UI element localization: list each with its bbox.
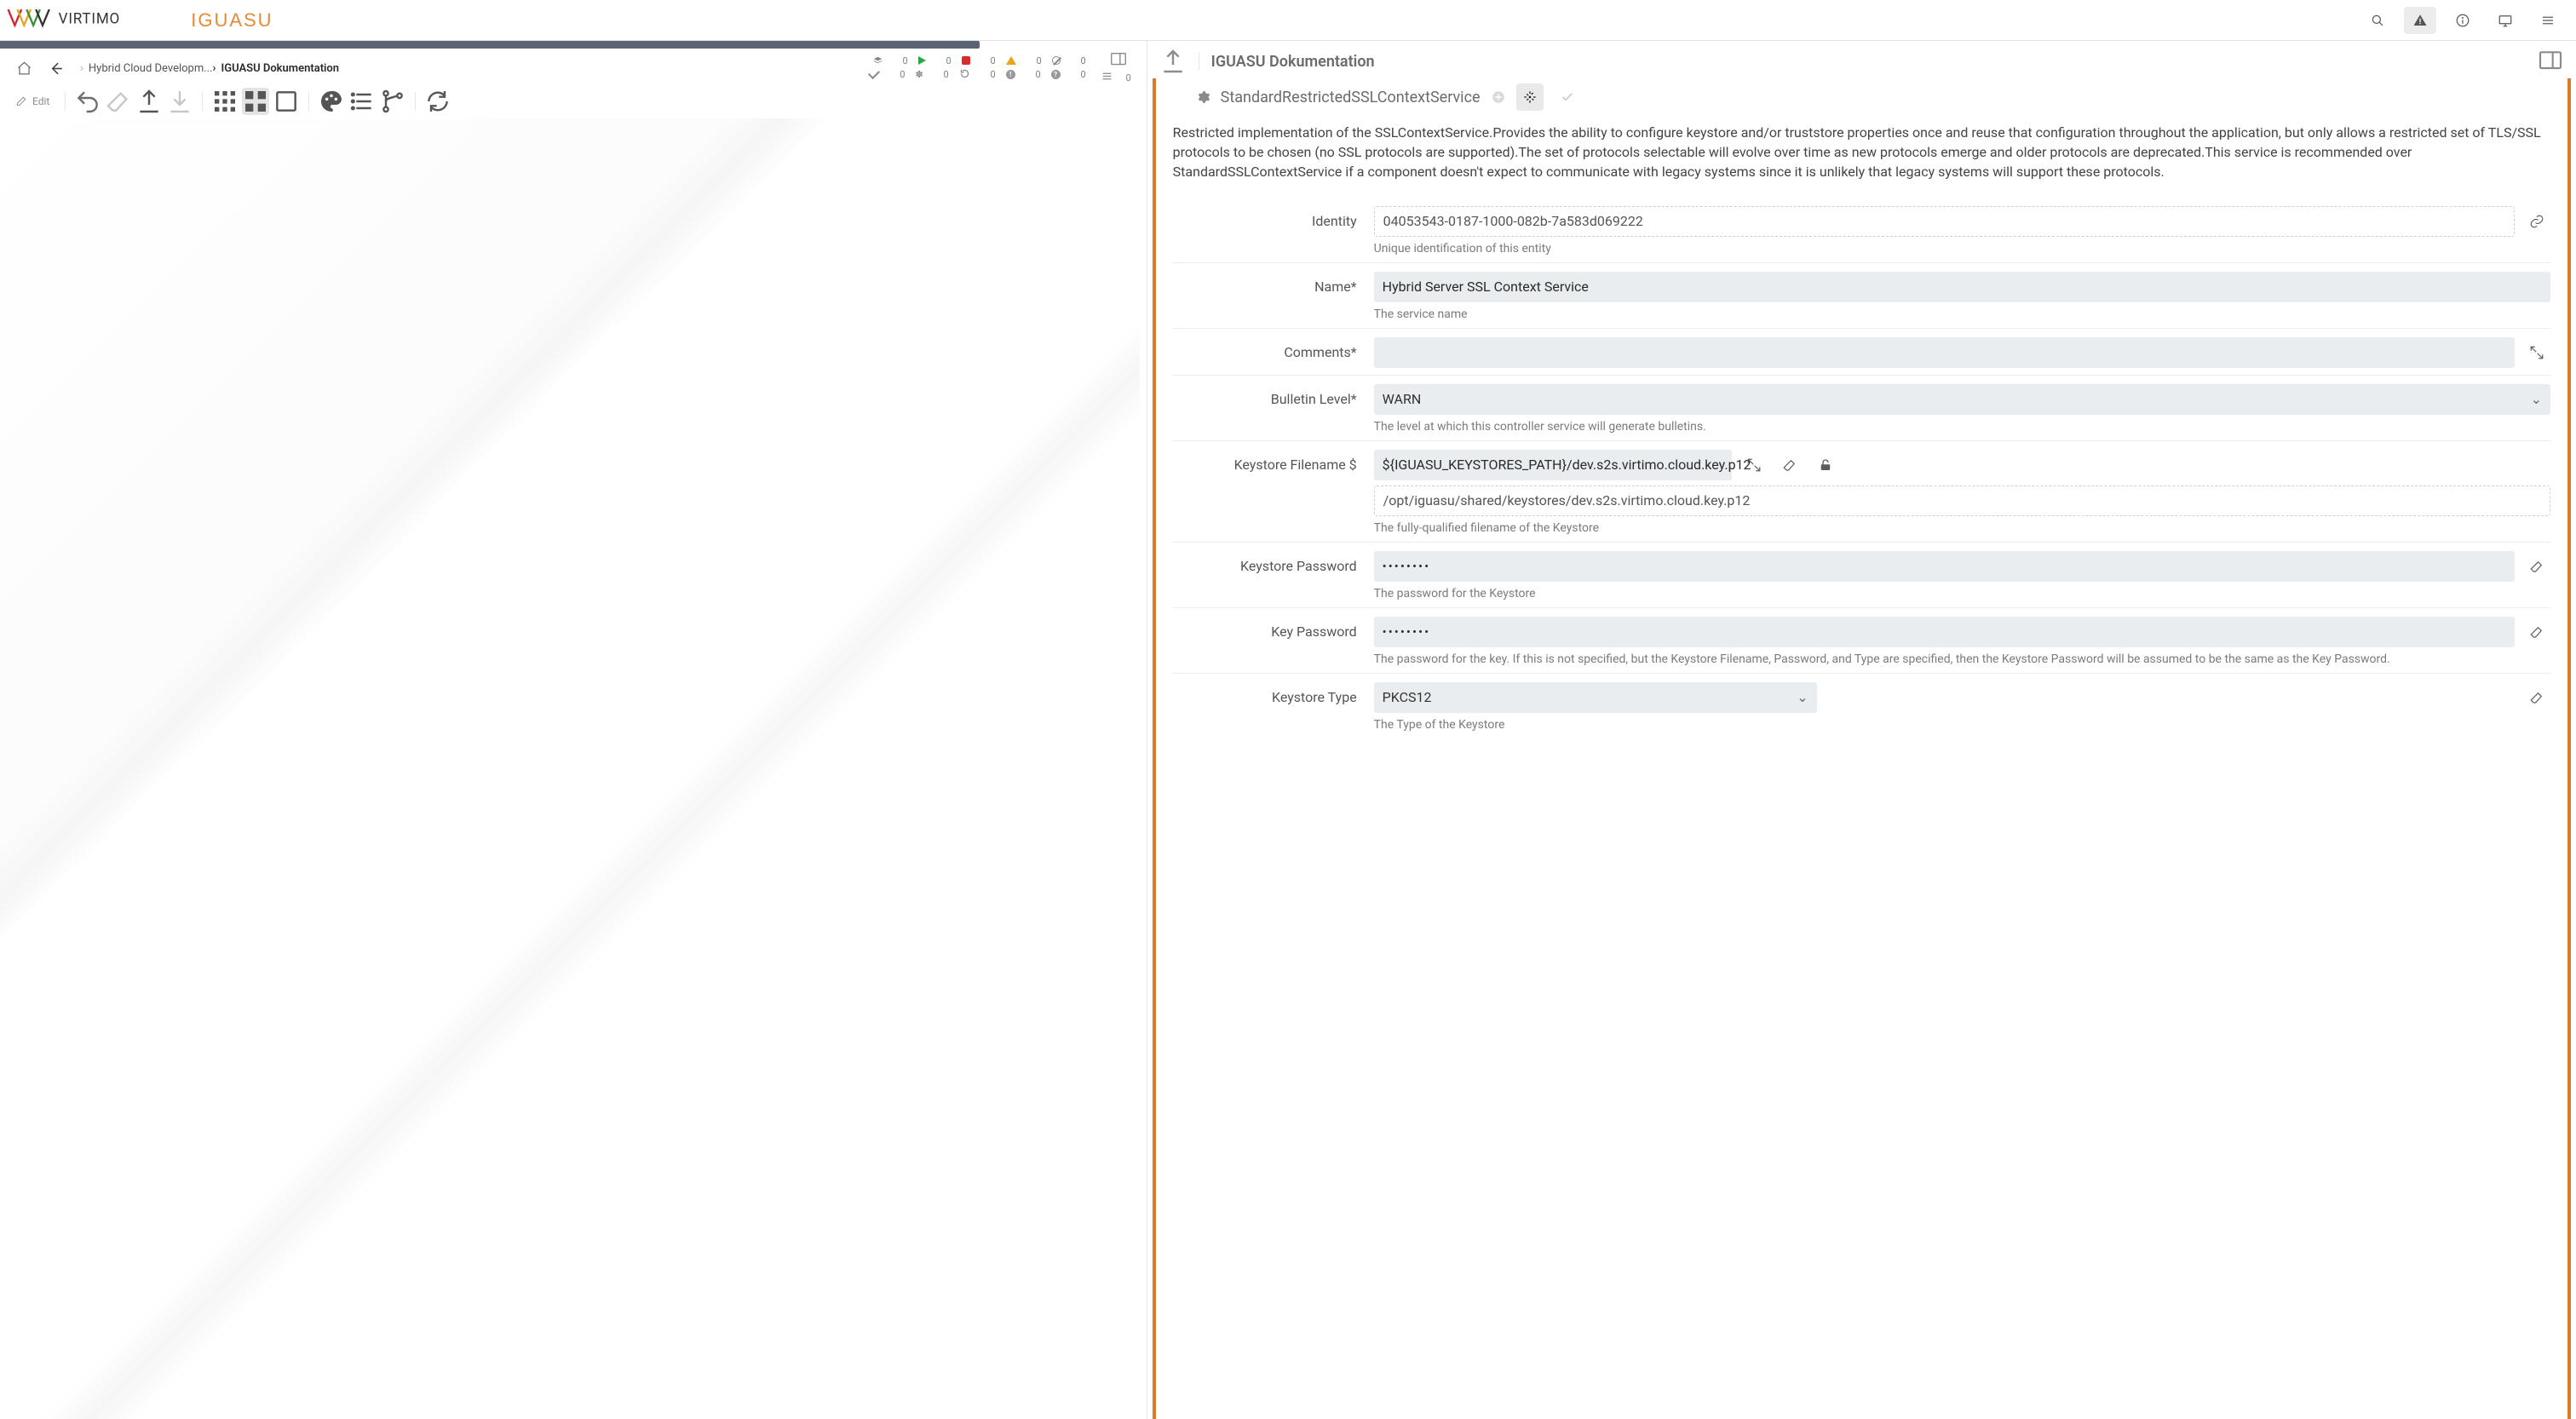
gear-icon[interactable] (1195, 89, 1210, 105)
keystoretype-hint: The Type of the Keystore (1374, 718, 2550, 732)
warning-icon (1006, 56, 1016, 65)
svg-text:VIRTIMO: VIRTIMO (59, 10, 120, 27)
service-form: Identity 04053543-0187-1000-082b-7a583d0… (1173, 198, 2550, 738)
detail-title: IGUASU Dokumentation (1211, 53, 1375, 71)
display-icon[interactable] (2489, 7, 2521, 34)
fullscreen-icon[interactable] (273, 88, 300, 115)
service-header: StandardRestrictedSSLContextService (1173, 78, 2550, 121)
alert-icon[interactable] (2404, 7, 2436, 34)
keystorepw-input[interactable] (1374, 551, 2515, 582)
virtimo-logo: VIRTIMO (7, 7, 179, 34)
layers-icon (873, 56, 883, 66)
grid-small-icon[interactable] (211, 88, 239, 115)
keypw-hint: The password for the key. If this is not… (1374, 652, 2550, 666)
sparkle-icon (915, 69, 923, 80)
name-label: Name (1173, 272, 1360, 302)
comments-label: Comments (1173, 337, 1360, 368)
identity-value: 04053543-0187-1000-082b-7a583d069222 (1374, 206, 2515, 237)
upload-icon[interactable] (135, 88, 163, 115)
back-icon[interactable] (43, 55, 70, 82)
name-input[interactable]: Hybrid Server SSL Context Service (1374, 272, 2550, 302)
eraser-icon[interactable] (2523, 618, 2550, 646)
expand-icon[interactable] (2523, 339, 2550, 366)
play-icon (918, 56, 926, 65)
eraser-icon[interactable] (2523, 684, 2550, 711)
keypw-label: Key Password (1173, 617, 1360, 647)
chevron-down-icon: ⌄ (1797, 689, 1808, 705)
identity-hint: Unique identification of this entity (1374, 242, 2550, 256)
keystoretype-label: Keystore Type (1173, 682, 1360, 713)
download-icon[interactable] (166, 88, 193, 115)
refresh-icon[interactable] (424, 88, 451, 115)
keystorefile-expr-input[interactable]: ${IGUASU_KEYSTORES_PATH}/dev.s2s.virtimo… (1374, 450, 1732, 480)
keystorefile-label: Keystore Filename $ (1173, 450, 1360, 480)
keystoretype-select[interactable]: PKCS12 ⌄ (1374, 682, 1817, 713)
refresh-small-icon (959, 68, 970, 82)
panel-toggle-icon[interactable] (1109, 52, 1128, 67)
expand-icon[interactable] (1740, 451, 1768, 479)
chevron-right-icon: › (213, 62, 216, 75)
bulletin-label: Bulletin Level (1173, 384, 1360, 415)
canvas-subheader: › Hybrid Cloud Developm... › IGUASU Doku… (0, 49, 1140, 83)
列表-icon[interactable] (348, 88, 376, 115)
identity-label: Identity (1173, 206, 1360, 237)
service-name: StandardRestrictedSSLContextService (1221, 89, 1481, 106)
star-icon[interactable] (1516, 83, 1544, 111)
product-name: IGUASU (191, 9, 273, 32)
home-icon[interactable] (10, 55, 37, 82)
keypw-input[interactable] (1374, 617, 2515, 647)
stop-icon (962, 56, 970, 65)
name-hint: The service name (1374, 307, 2550, 321)
bulletin-value: WARN (1383, 391, 1422, 407)
breadcrumb: › Hybrid Cloud Developm... › IGUASU Doku… (80, 62, 864, 75)
accent-band (0, 41, 980, 49)
branch-icon[interactable] (379, 88, 406, 115)
question-icon (1051, 70, 1061, 79)
eraser-icon[interactable] (105, 88, 132, 115)
disabled-icon (1052, 56, 1061, 65)
breadcrumb-item[interactable]: › Hybrid Cloud Developm... (80, 62, 213, 75)
breadcrumb-label: IGUASU Dokumentation (221, 62, 339, 75)
keystorefile-resolved: /opt/iguasu/shared/keystores/dev.s2s.vir… (1374, 485, 2550, 516)
edit-label: Edit (32, 95, 49, 107)
breadcrumb-label: Hybrid Cloud Developm... (89, 62, 213, 75)
eraser-icon[interactable] (2523, 553, 2550, 580)
bulletin-hint: The level at which this controller servi… (1374, 420, 2550, 434)
upload-detail-icon[interactable] (1159, 48, 1187, 75)
edit-button[interactable]: Edit (9, 92, 56, 111)
bulletin-select[interactable]: WARN ⌄ (1374, 384, 2550, 415)
menu-icon[interactable] (2532, 7, 2564, 34)
lock-open-icon[interactable] (1812, 451, 1839, 479)
detail-header: IGUASU Dokumentation (1147, 41, 2576, 78)
check-icon[interactable] (1554, 83, 1581, 111)
chevron-right-icon: › (80, 62, 83, 75)
service-description: Restricted implementation of the SSLCont… (1173, 121, 2550, 198)
keystorefile-hint: The fully-qualified filename of the Keys… (1374, 521, 2550, 535)
breadcrumb-item[interactable]: › IGUASU Dokumentation (213, 62, 340, 75)
palette-icon[interactable] (318, 88, 345, 115)
status-counters: 0 0 0 0 0 0 0 0 0 0 (869, 55, 1090, 82)
link-icon[interactable] (2523, 208, 2550, 235)
add-icon[interactable] (1491, 89, 1506, 105)
canvas-toolbar: Edit (0, 83, 1140, 115)
comments-input[interactable] (1374, 337, 2515, 368)
eraser-icon[interactable] (1776, 451, 1803, 479)
keystorepw-label: Keystore Password (1173, 551, 1360, 582)
exclaim-icon (1006, 70, 1015, 79)
undo-icon[interactable] (74, 88, 101, 115)
grid-large-icon[interactable] (242, 88, 269, 115)
keystorepw-hint: The password for the Keystore (1374, 587, 2550, 600)
keystoretype-value: PKCS12 (1383, 689, 1432, 705)
info-icon[interactable] (2447, 7, 2479, 34)
search-icon[interactable] (2361, 7, 2394, 34)
check-icon (868, 67, 880, 79)
panel-right-toggle-icon[interactable] (2537, 48, 2564, 75)
flow-canvas[interactable] (0, 118, 1140, 1419)
app-header: VIRTIMO IGUASU (0, 0, 2576, 41)
logo: VIRTIMO IGUASU (7, 7, 273, 34)
chevron-down-icon: ⌄ (2531, 391, 2542, 407)
